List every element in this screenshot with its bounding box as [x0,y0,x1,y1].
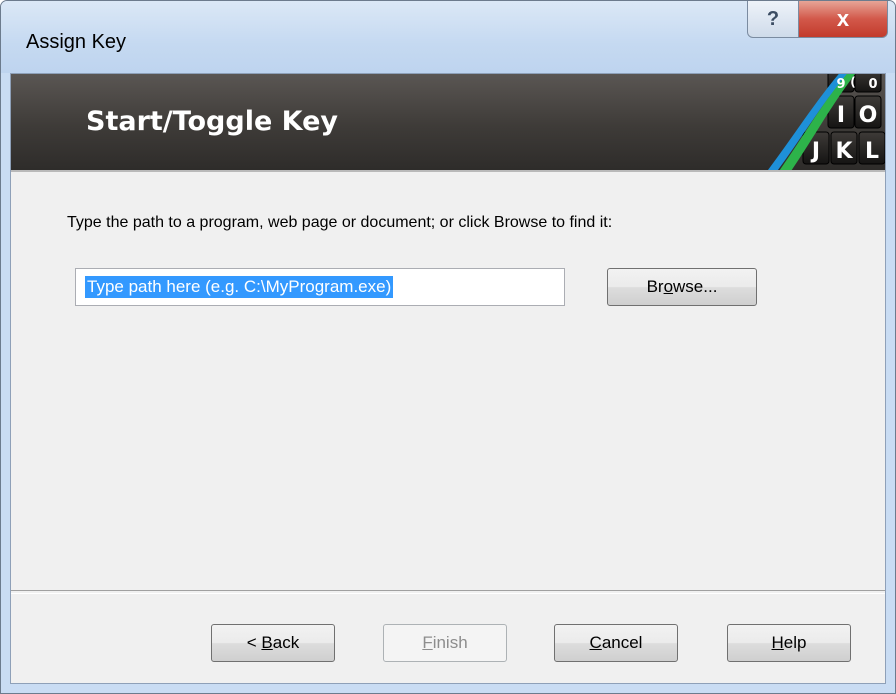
path-input[interactable]: Type path here (e.g. C:\MyProgram.exe) [75,268,565,306]
finish-button[interactable]: Finish [383,624,507,662]
help-label: Help [771,633,807,652]
instruction-text: Type the path to a program, web page or … [67,214,613,231]
browse-label: Browse... [646,277,718,296]
assign-key-dialog: Assign Key ? x Start/Toggle Key 9 (0 I … [0,0,896,694]
key-label-0: 0 [868,77,877,92]
dialog-content: Start/Toggle Key 9 (0 I O J K L Type th… [10,73,886,684]
help-caption-button[interactable]: ? [747,1,799,38]
key-label-i: I [837,103,845,128]
help-button[interactable]: Help [727,624,851,662]
title-bar[interactable]: Assign Key ? x [1,1,895,73]
cancel-button[interactable]: Cancel [554,624,678,662]
key-label-k: K [835,139,853,164]
footer-separator [11,590,885,594]
cancel-label: Cancel [589,633,643,652]
banner-divider [11,170,885,172]
header-banner: Start/Toggle Key 9 (0 I O J K L [11,74,885,170]
key-label-paren: ( [850,75,855,89]
question-mark-icon: ? [766,7,780,30]
close-icon: x [836,6,850,31]
finish-label: Finish [422,633,468,652]
path-input-selected-text: Type path here (e.g. C:\MyProgram.exe) [85,276,394,298]
window-title: Assign Key [26,31,127,53]
key-label-9: 9 [836,77,845,92]
key-label-j: J [810,139,820,164]
close-button[interactable]: x [798,1,888,38]
banner-title: Start/Toggle Key [86,106,339,137]
back-button[interactable]: < Back [211,624,335,662]
browse-button[interactable]: Browse... [607,268,757,306]
key-label-l: L [865,139,879,164]
keyboard-keys-graphic-icon: 9 ( 0 I O J K L [767,74,885,170]
key-label-o: O [859,103,878,128]
back-label: < Back [246,633,300,652]
